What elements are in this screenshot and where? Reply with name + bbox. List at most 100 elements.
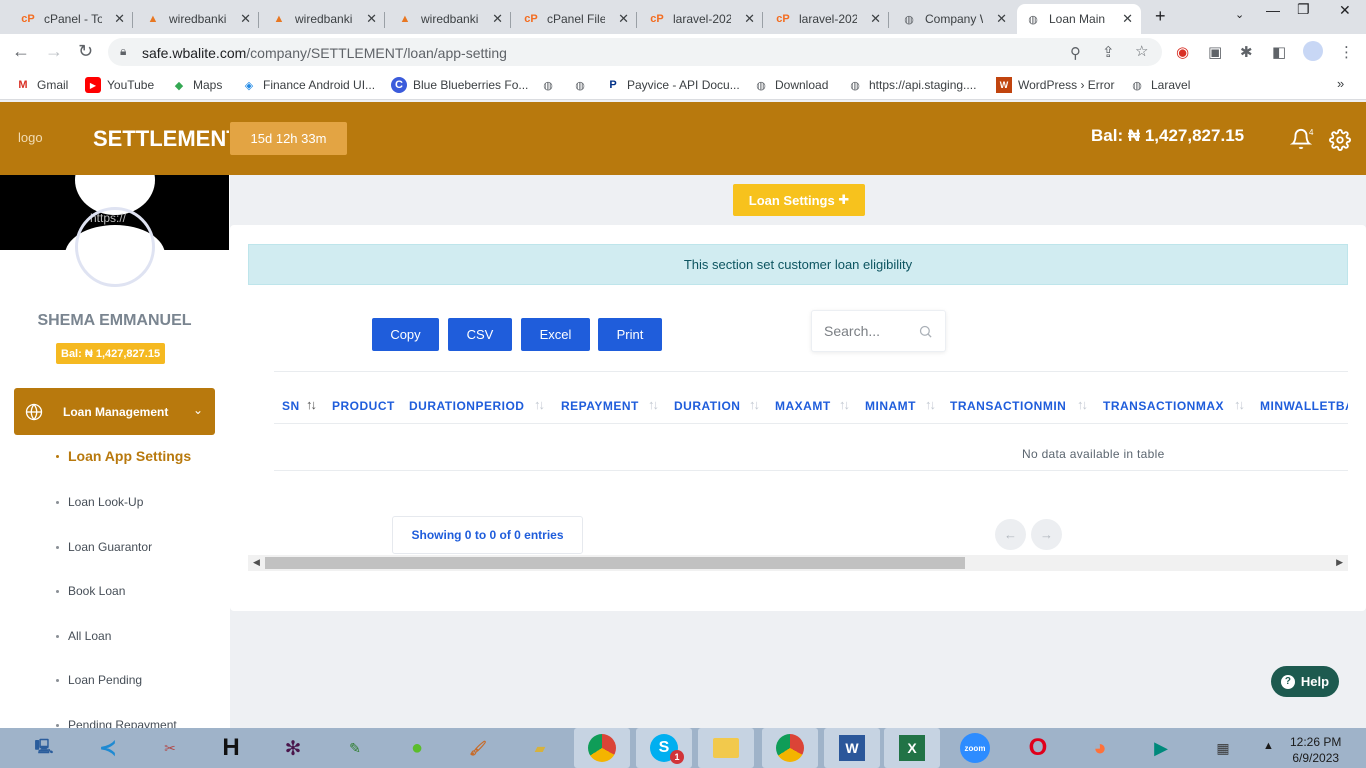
- screen-record-icon[interactable]: ◉: [1176, 43, 1189, 61]
- sidebar-item-loan-app-settings[interactable]: Loan App Settings: [56, 448, 191, 464]
- sidebar-item-book-loan[interactable]: Book Loan: [56, 584, 125, 598]
- excel-button[interactable]: Excel: [521, 318, 590, 351]
- url-text[interactable]: safe.wbalite.com/company/SETTLEMENT/loan…: [142, 45, 507, 61]
- close-window-button[interactable]: ✕: [1339, 2, 1351, 19]
- column-header-product[interactable]: PRODUCT: [332, 399, 395, 413]
- file-explorer-taskbar-button[interactable]: [698, 728, 754, 768]
- column-header-transactionmin[interactable]: TRANSACTIONMIN: [950, 399, 1066, 413]
- google-meet-icon[interactable]: ▶: [1145, 732, 1177, 764]
- side-panel-icon[interactable]: ◧: [1272, 43, 1286, 61]
- sort-icon[interactable]: ↑↓: [749, 397, 760, 412]
- close-icon[interactable]: ✕: [366, 11, 377, 27]
- sort-icon[interactable]: ↑↓: [534, 397, 545, 412]
- paint-icon[interactable]: 🖌︎: [462, 732, 494, 764]
- column-header-maxamt[interactable]: MAXAMT: [775, 399, 831, 413]
- skype-taskbar-button[interactable]: S1: [636, 728, 692, 768]
- loan-settings-button[interactable]: Loan Settings ✚: [733, 184, 865, 216]
- close-icon[interactable]: ✕: [114, 11, 125, 27]
- menu-loan-management[interactable]: Loan Management ⌄: [14, 388, 215, 435]
- copy-button[interactable]: Copy: [372, 318, 439, 351]
- close-icon[interactable]: ✕: [996, 11, 1007, 27]
- scroll-right-icon[interactable]: ▶: [1336, 557, 1343, 568]
- scrollbar-thumb[interactable]: [265, 557, 965, 569]
- forward-button[interactable]: →: [45, 41, 63, 62]
- browser-tab[interactable]: cP cPanel - Tools ✕: [12, 4, 133, 34]
- horizontal-scrollbar[interactable]: ◀ ▶: [248, 555, 1348, 571]
- avatar[interactable]: [75, 207, 155, 287]
- bookmark-api-staging[interactable]: ◍ https://api.staging....: [847, 77, 976, 93]
- bookmark-star-icon[interactable]: ☆: [1135, 42, 1148, 60]
- browser-tab[interactable]: cP laravel-2023 ✕: [767, 4, 889, 34]
- close-icon[interactable]: ✕: [492, 11, 503, 27]
- tab-search-icon[interactable]: ⌄: [1235, 8, 1244, 21]
- chevron-up-icon[interactable]: ▲: [1263, 740, 1274, 752]
- sidebar-item-all-loan[interactable]: All Loan: [56, 629, 111, 643]
- bookmark-laravel[interactable]: ◍ Laravel: [1129, 77, 1190, 93]
- column-header-durationperiod[interactable]: DURATIONPERIOD: [409, 399, 524, 413]
- extensions-icon[interactable]: ✱: [1240, 43, 1253, 61]
- back-button[interactable]: ←: [12, 41, 30, 62]
- next-page-button[interactable]: →: [1031, 519, 1062, 550]
- bookmark-youtube[interactable]: ▶ YouTube: [85, 77, 154, 93]
- excel-taskbar-button[interactable]: X: [884, 728, 940, 768]
- zoom-icon[interactable]: ⚲: [1070, 44, 1081, 62]
- sort-asc-icon[interactable]: ↑↓: [306, 397, 317, 412]
- close-icon[interactable]: ✕: [870, 11, 881, 27]
- sort-icon[interactable]: ↑↓: [925, 397, 936, 412]
- more-bookmarks-icon[interactable]: »: [1337, 76, 1344, 91]
- sidebar-item-pending-repayment[interactable]: Pending Repayment: [56, 718, 177, 728]
- hostinger-icon[interactable]: H: [215, 732, 247, 764]
- browser-tab[interactable]: ◍ Company W ✕: [893, 4, 1015, 34]
- new-tab-button[interactable]: +: [1155, 6, 1166, 27]
- bookmark-blueberries[interactable]: C Blue Blueberries Fo...: [391, 77, 528, 93]
- close-icon[interactable]: ✕: [618, 11, 629, 27]
- browser-tab[interactable]: cP cPanel File Manager ✕: [515, 4, 637, 34]
- sort-icon[interactable]: ↑↓: [1234, 397, 1245, 412]
- minimize-button[interactable]: —: [1266, 2, 1280, 18]
- calculator-icon[interactable]: ▦: [1207, 732, 1239, 764]
- chrome-2-taskbar-button[interactable]: [762, 728, 818, 768]
- browser-tab[interactable]: ▲ wiredbanking ✕: [263, 4, 385, 34]
- help-button[interactable]: ? Help: [1271, 666, 1339, 697]
- settings-button[interactable]: [1329, 129, 1351, 154]
- menu-icon[interactable]: ⋮: [1339, 43, 1354, 61]
- bookmark-download[interactable]: ◍ Download: [753, 77, 828, 93]
- sort-icon[interactable]: ↑↓: [648, 397, 659, 412]
- browser-tab[interactable]: cP laravel-2023 ✕: [641, 4, 763, 34]
- snipping-tool-icon[interactable]: ✂: [154, 732, 186, 764]
- sort-icon[interactable]: ↑↓: [839, 397, 850, 412]
- reload-button[interactable]: ↻: [78, 41, 93, 62]
- profile-avatar[interactable]: [1303, 41, 1323, 61]
- browser-tab-active[interactable]: ◍ Loan Main ✕: [1017, 4, 1141, 34]
- this-pc-icon[interactable]: 🖳: [28, 732, 60, 764]
- print-button[interactable]: Print: [598, 318, 662, 351]
- bookmark-gmail[interactable]: M Gmail: [15, 77, 68, 93]
- system-clock[interactable]: 12:26 PM 6/9/2023: [1290, 734, 1341, 766]
- address-bar[interactable]: 🔒︎ safe.wbalite.com/company/SETTLEMENT/l…: [108, 38, 1162, 66]
- column-header-transactionmax[interactable]: TRANSACTIONMAX: [1103, 399, 1224, 413]
- browser-tab[interactable]: ▲ wiredbanking ✕: [389, 4, 511, 34]
- zoom-icon[interactable]: zoom: [959, 732, 991, 764]
- chrome-taskbar-button[interactable]: [574, 728, 630, 768]
- csv-button[interactable]: CSV: [448, 318, 512, 351]
- sticky-notes-icon[interactable]: ▰: [524, 732, 556, 764]
- sidebar-item-loan-pending[interactable]: Loan Pending: [56, 673, 142, 687]
- restore-button[interactable]: ❐: [1297, 1, 1310, 18]
- scroll-left-icon[interactable]: ◀: [253, 557, 260, 568]
- previous-page-button[interactable]: ←: [995, 519, 1026, 550]
- close-icon[interactable]: ✕: [1122, 11, 1133, 27]
- column-header-minwalletbalance[interactable]: MINWALLETBA: [1260, 399, 1348, 413]
- column-header-sn[interactable]: SN: [282, 399, 300, 413]
- close-icon[interactable]: ✕: [744, 11, 755, 27]
- share-icon[interactable]: ⇪: [1102, 43, 1115, 61]
- bookmark-globe[interactable]: ◍: [540, 77, 562, 93]
- logo[interactable]: logo: [18, 130, 43, 145]
- bookmark-wordpress[interactable]: W WordPress › Error: [996, 77, 1114, 93]
- search-input[interactable]: [824, 323, 914, 339]
- bookmark-finance[interactable]: ◈ Finance Android UI...: [241, 77, 375, 93]
- browser-tab[interactable]: ▲ wiredbanking ✕: [137, 4, 259, 34]
- notification-bell[interactable]: 4: [1289, 128, 1313, 153]
- slack-icon[interactable]: ✻: [277, 732, 309, 764]
- vscode-icon[interactable]: ≺: [92, 732, 124, 764]
- sidebar-item-loan-look-up[interactable]: Loan Look-Up: [56, 495, 143, 509]
